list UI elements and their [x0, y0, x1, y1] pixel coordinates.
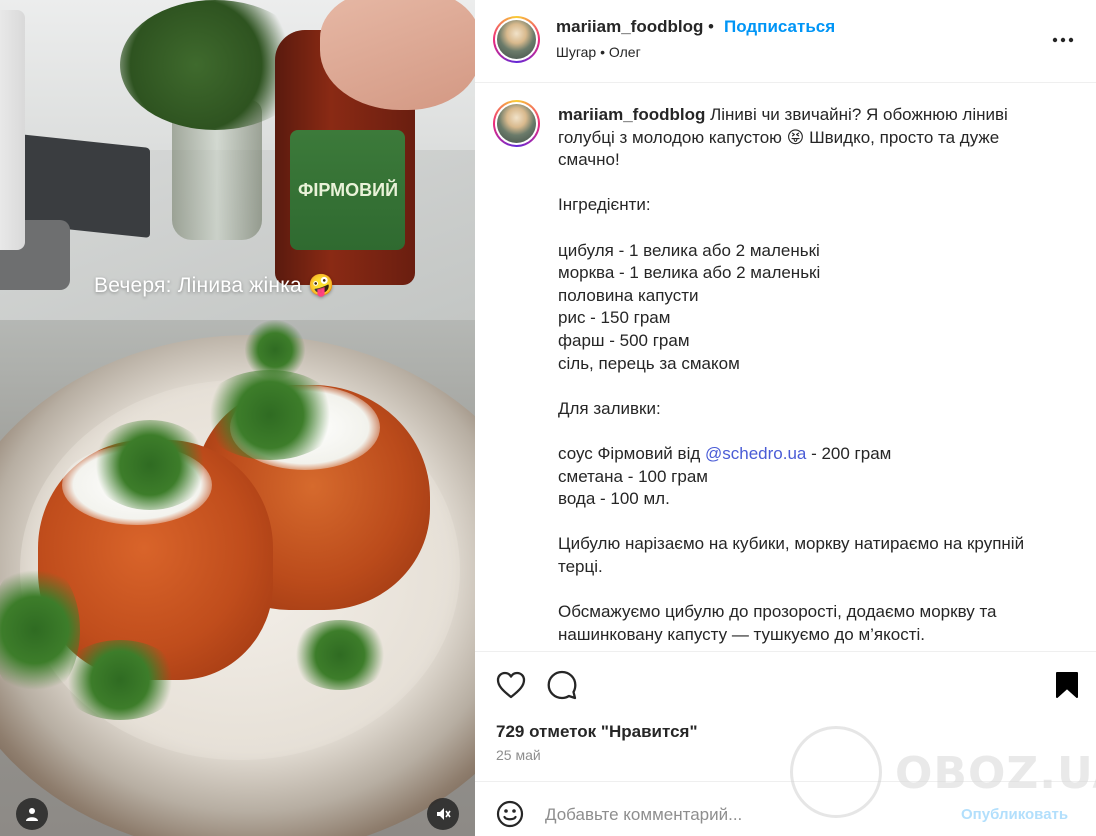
caption-line: Інгредієнти: [558, 195, 651, 215]
more-options-button[interactable] [1051, 28, 1075, 52]
post-caption: mariiam_foodblog Ліниві чи звичайні? Я о… [558, 104, 1058, 646]
caption-line: половина капусти [558, 285, 699, 305]
caption-line: вода - 100 мл. [558, 489, 670, 509]
media-overlay-caption: Вечеря: Лінива жінка 🤪 [94, 274, 335, 297]
caption-line: Обсмажуємо цибулю до прозорості, додаємо… [558, 602, 997, 622]
mute-button[interactable] [427, 798, 459, 830]
media-parsley [200, 370, 340, 460]
heart-icon [496, 671, 526, 699]
caption-line: сіль, перець за смаком [558, 353, 740, 373]
caption-line: цибуля - 1 велика або 2 маленькі [558, 240, 820, 260]
post-actions: 729 отметок "Нравится" 25 май [475, 651, 1096, 781]
caption-area: mariiam_foodblog Ліниві чи звичайні? Я о… [475, 84, 1096, 650]
caption-line: смачно! [558, 150, 620, 170]
caption-line: соус Фірмовий від @schedro.ua - 200 грам [558, 443, 892, 463]
bookmark-icon [1056, 672, 1078, 698]
like-button[interactable] [494, 668, 528, 702]
media-parsley [60, 640, 180, 720]
save-button[interactable] [1050, 668, 1084, 702]
caption-line [558, 375, 1058, 398]
caption-username[interactable]: mariiam_foodblog [558, 105, 705, 124]
caption-line [558, 511, 1058, 534]
caption-line: морква - 1 велика або 2 маленькі [558, 263, 821, 283]
likes-count[interactable]: 729 отметок "Нравится" [496, 722, 698, 742]
mute-icon [437, 808, 451, 820]
caption-line: mariiam_foodblog Ліниві чи звичайні? Я о… [558, 105, 1008, 124]
caption-line [558, 420, 1058, 443]
caption-line [558, 578, 1058, 601]
post-panel: mariiam_foodblog • Подписаться Шугар • О… [475, 0, 1096, 836]
avatar[interactable] [493, 16, 540, 63]
post-media[interactable]: ФІРМОВИЙ Вечеря: Лінива жінка 🤪 [0, 0, 475, 836]
comment-button[interactable] [545, 668, 579, 702]
header-separator: • [708, 17, 714, 36]
media-kettle [0, 10, 25, 250]
audio-attribution[interactable]: Шугар • Олег [556, 44, 641, 60]
more-options-icon [1052, 37, 1074, 43]
caption-line: Цибулю нарізаємо на кубики, моркву натир… [558, 534, 1025, 554]
comment-icon [547, 670, 577, 700]
media-parsley [245, 320, 305, 380]
caption-line [558, 172, 1058, 195]
caption-line: нашинковану капусту — тушкуємо до м’якос… [558, 624, 925, 644]
caption-avatar[interactable] [493, 100, 540, 147]
caption-line: рис - 150 грам [558, 308, 671, 328]
caption-line [558, 217, 1058, 240]
caption-line: сметана - 100 грам [558, 466, 708, 486]
mention-link[interactable]: @schedro.ua [705, 444, 806, 463]
caption-line: фарш - 500 грам [558, 330, 690, 350]
caption-line: голубці з молодою капустою 😝 Швидко, про… [558, 127, 1000, 147]
user-icon [26, 808, 38, 821]
publish-button[interactable]: Опубликовать [961, 806, 1068, 823]
emoji-icon [496, 800, 524, 828]
media-parsley [290, 620, 390, 690]
follow-button[interactable]: Подписаться [724, 17, 835, 37]
caption-line: терці. [558, 556, 603, 576]
emoji-button[interactable] [495, 799, 525, 829]
post-header: mariiam_foodblog • Подписаться Шугар • О… [475, 0, 1096, 83]
media-bottle-label-text: ФІРМОВИЙ [298, 180, 399, 200]
media-parsley [90, 420, 210, 510]
add-comment-bar: Опубликовать [475, 781, 1096, 836]
header-username[interactable]: mariiam_foodblog [556, 17, 703, 37]
caption-line: Для заливки: [558, 398, 661, 418]
post-date[interactable]: 25 май [496, 747, 541, 763]
user-tag-button[interactable] [16, 798, 48, 830]
comment-input[interactable] [545, 800, 945, 830]
